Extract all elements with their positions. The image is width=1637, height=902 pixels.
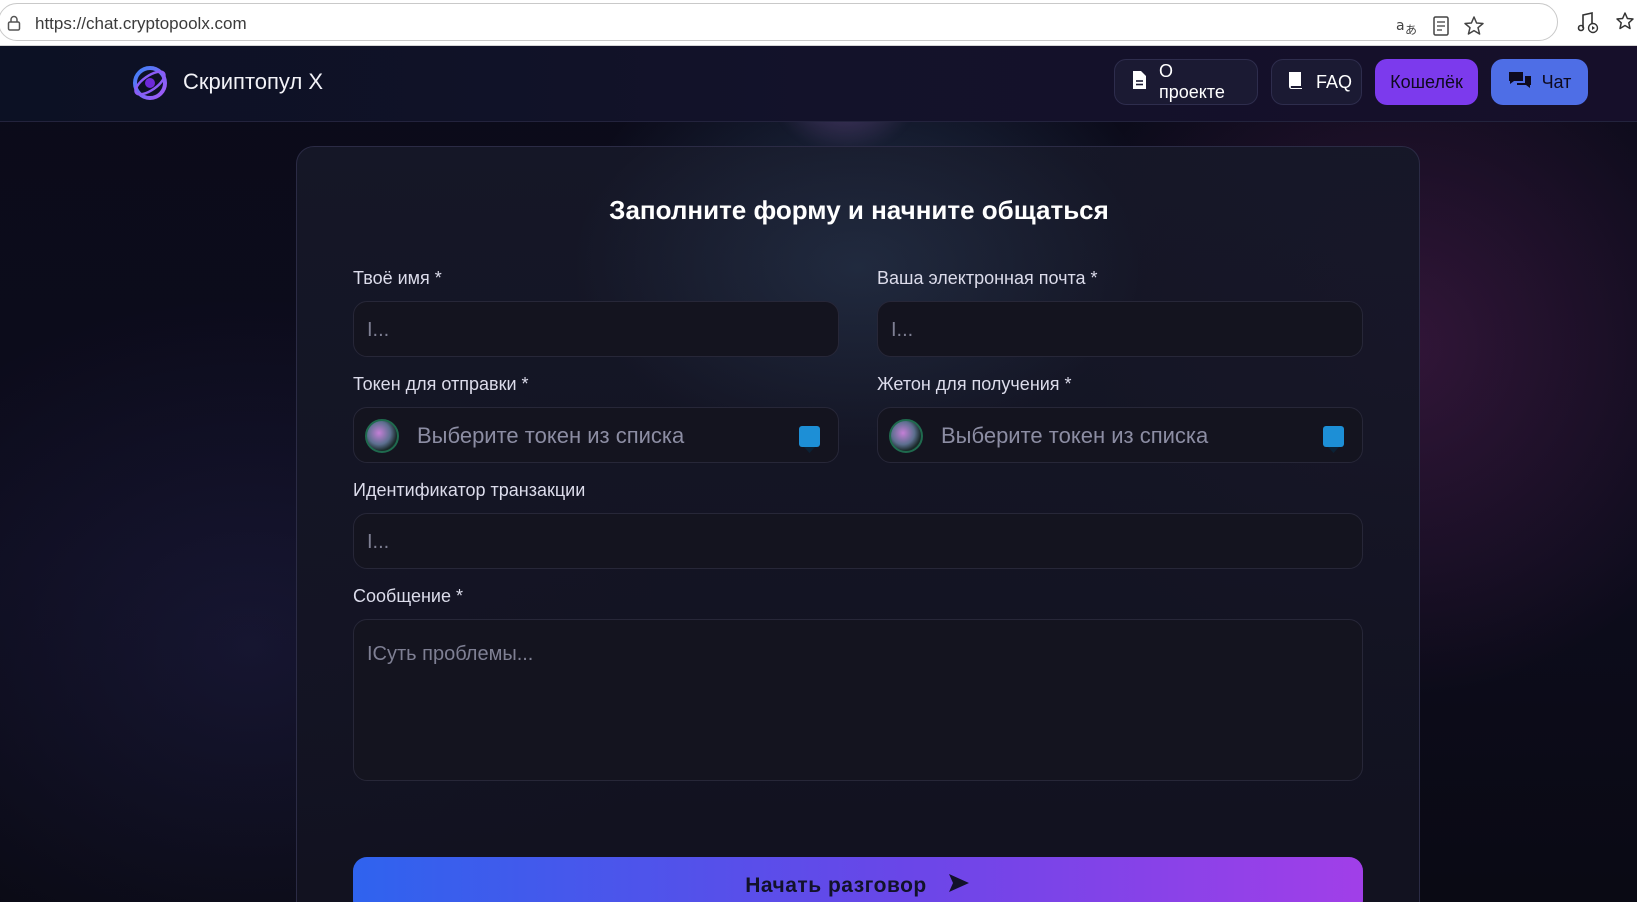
email-input[interactable]: I... [877,301,1363,357]
chat-button[interactable]: Чат [1491,59,1588,105]
send-token-select[interactable]: Выберите токен из списка [353,407,839,463]
chat-start-form: Заполните форму и начните общаться Твоё … [296,146,1420,902]
about-project-label: О проекте [1159,61,1225,102]
email-label: Ваша электронная почта * [877,268,1098,288]
token-avatar-icon [365,419,399,453]
start-conversation-label: Начать разговор [745,873,927,897]
lock-icon[interactable] [7,15,21,31]
chevron-down-icon[interactable] [1323,426,1344,453]
top-navigation: Скриптопул X О проекте FAQ Кошелёк Чат [0,46,1637,122]
send-token-placeholder: Выберите токен из списка [417,423,685,448]
wallet-label: Кошелёк [1390,71,1463,92]
message-textarea[interactable]: IСуть проблемы... [353,619,1363,781]
transaction-id-input[interactable]: I... [353,513,1363,569]
translate-icon[interactable]: aあ [1394,14,1418,38]
address-bar[interactable]: https://chat.cryptopoolx.com aあ [0,3,1558,41]
message-label: Сообщение * [353,586,463,606]
browser-toolbar: https://chat.cryptopoolx.com aあ [0,0,1637,46]
document-icon [1129,70,1149,95]
chat-bubbles-icon [1508,70,1532,95]
chevron-down-icon[interactable] [799,426,820,453]
media-icon[interactable] [1575,10,1599,34]
svg-text:a: a [1396,18,1405,34]
receive-token-select[interactable]: Выберите токен из списка [877,407,1363,463]
name-input[interactable]: I... [353,301,839,357]
send-arrow-icon [947,872,971,900]
receive-token-placeholder: Выберите токен из списка [941,423,1209,448]
reader-icon[interactable] [1429,14,1453,38]
start-conversation-button[interactable]: Начать разговор [353,857,1363,902]
chat-label: Чат [1541,71,1572,92]
faq-label: FAQ [1316,71,1353,92]
token-avatar-icon [889,419,923,453]
book-icon [1286,70,1306,95]
about-project-button[interactable]: О проекте [1114,59,1258,105]
receive-token-label: Жетон для получения * [877,374,1072,394]
form-title: Заполните форму и начните общаться [609,195,1109,225]
transaction-id-label: Идентификатор транзакции [353,480,586,500]
svg-text:あ: あ [1405,23,1417,37]
favorite-star-icon[interactable] [1462,14,1486,38]
send-token-label: Токен для отправки * [353,374,529,394]
page: Скриптопул X О проекте FAQ Кошелёк Чат З… [0,46,1637,902]
favorites-icon[interactable] [1615,10,1637,34]
name-label: Твоё имя * [353,268,442,288]
faq-button[interactable]: FAQ [1271,59,1362,105]
url-text[interactable]: https://chat.cryptopoolx.com [35,14,247,34]
brand-name[interactable]: Скриптопул X [183,69,323,95]
wallet-button[interactable]: Кошелёк [1375,59,1478,105]
logo-icon[interactable] [131,64,169,102]
